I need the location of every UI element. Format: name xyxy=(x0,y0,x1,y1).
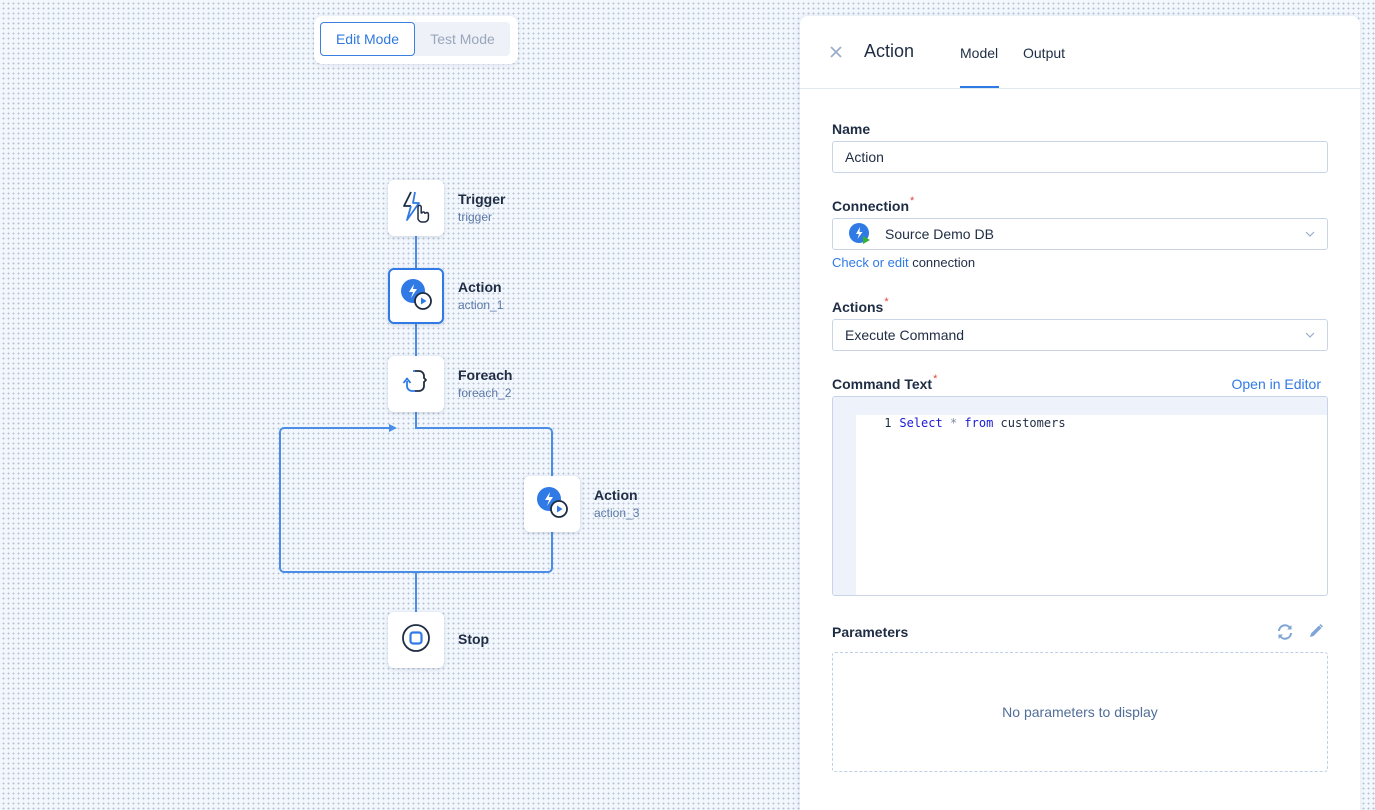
line-number: 1 xyxy=(884,416,892,430)
name-input[interactable]: Action xyxy=(832,141,1328,173)
parameters-empty-state: No parameters to display xyxy=(832,652,1328,772)
action-bolt-play-icon xyxy=(399,277,433,316)
connector-foreach-action3 xyxy=(415,412,553,476)
code-token-operator: * xyxy=(942,416,965,430)
command-text-editor[interactable]: 1 Select * from customers xyxy=(832,396,1328,596)
connection-helper: Check or edit connection xyxy=(832,255,975,270)
open-in-editor-link[interactable]: Open in Editor xyxy=(1232,376,1322,392)
node-title: Stop xyxy=(458,631,490,647)
connection-label-text: Connection xyxy=(832,198,909,214)
node-trigger-label: Trigger trigger xyxy=(458,192,505,223)
parameters-label-text: Parameters xyxy=(832,624,909,640)
node-id: action_1 xyxy=(458,298,504,312)
node-id: action_3 xyxy=(594,506,640,520)
close-icon[interactable] xyxy=(828,44,844,60)
node-action-3[interactable] xyxy=(524,476,580,532)
node-stop-label: Stop xyxy=(458,632,489,646)
node-id: trigger xyxy=(458,210,493,224)
chevron-down-icon xyxy=(1305,231,1315,237)
name-input-value: Action xyxy=(845,149,884,165)
node-id: foreach_2 xyxy=(458,386,512,400)
node-action-1-label: Action action_1 xyxy=(458,280,503,311)
code-token-identifier: customers xyxy=(993,416,1066,430)
database-connection-icon xyxy=(849,223,871,245)
chevron-down-icon xyxy=(1305,332,1315,338)
tab-output[interactable]: Output xyxy=(1023,45,1065,61)
name-label-text: Name xyxy=(832,121,871,137)
code-line: 1 Select * from customers xyxy=(833,399,1066,447)
parameters-label: Parameters xyxy=(832,624,908,640)
actions-label-text: Actions xyxy=(832,299,884,315)
node-stop[interactable] xyxy=(388,612,444,668)
node-trigger[interactable] xyxy=(388,180,444,236)
required-mark: * xyxy=(933,373,938,385)
actions-label: Actions* xyxy=(832,296,889,315)
parameters-actions xyxy=(1276,623,1324,641)
foreach-loop-icon xyxy=(401,367,431,402)
loop-arrowhead xyxy=(389,424,397,432)
stop-icon xyxy=(401,623,431,658)
node-title: Action xyxy=(458,279,502,295)
trigger-bolt-hand-icon xyxy=(401,189,431,228)
panel-header: Action Model Output xyxy=(800,16,1360,89)
active-tab-indicator xyxy=(960,86,999,88)
connection-select[interactable]: Source Demo DB xyxy=(832,218,1328,250)
node-title: Foreach xyxy=(458,367,513,383)
check-or-edit-link[interactable]: Check or edit xyxy=(832,255,909,270)
action-bolt-play-icon xyxy=(535,485,569,524)
code-token-keyword: Select xyxy=(899,416,943,430)
command-text-label: Command Text* xyxy=(832,373,938,392)
required-mark: * xyxy=(884,296,889,308)
node-action-3-label: Action action_3 xyxy=(594,488,639,519)
refresh-icon[interactable] xyxy=(1276,623,1294,641)
actions-select[interactable]: Execute Command xyxy=(832,319,1328,351)
parameters-empty-text: No parameters to display xyxy=(1002,704,1158,720)
node-action-1[interactable] xyxy=(388,268,444,324)
properties-panel: Action Model Output Name Action Connecti… xyxy=(800,16,1360,810)
connection-label: Connection* xyxy=(832,195,915,214)
required-mark: * xyxy=(910,195,915,207)
node-foreach-2-label: Foreach foreach_2 xyxy=(458,368,512,399)
name-label: Name xyxy=(832,121,870,137)
node-title: Trigger xyxy=(458,191,506,207)
connection-select-value: Source Demo DB xyxy=(885,226,994,242)
connector-loop-back xyxy=(279,427,553,573)
command-text-label-text: Command Text xyxy=(832,376,933,392)
edit-pencil-icon[interactable] xyxy=(1308,623,1324,641)
node-foreach-2[interactable] xyxy=(388,356,444,412)
node-title: Action xyxy=(594,487,638,503)
panel-title: Action xyxy=(864,41,915,61)
code-token-keyword: from xyxy=(964,416,994,430)
tab-model[interactable]: Model xyxy=(960,45,998,61)
connection-helper-text: connection xyxy=(908,255,976,270)
actions-select-value: Execute Command xyxy=(845,327,965,343)
